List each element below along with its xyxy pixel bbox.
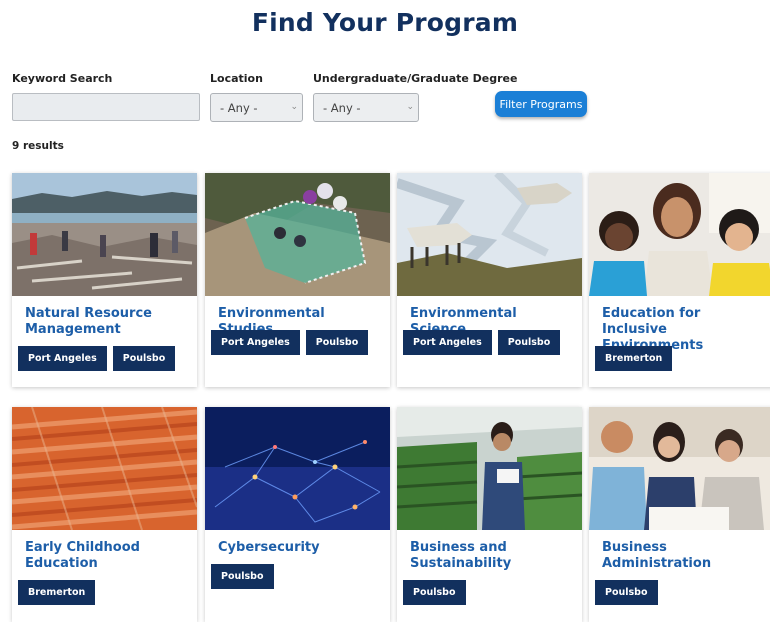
program-image-network — [205, 407, 390, 530]
results-count: 9 results — [12, 140, 64, 152]
location-tags: Port Angeles Poulsbo — [211, 330, 369, 355]
page-title: Find Your Program — [251, 8, 519, 37]
program-image-teacher-children — [589, 173, 770, 296]
program-title[interactable]: Natural Resource Management — [25, 306, 191, 338]
program-card-education-inclusive[interactable]: Education for Inclusive Environments Bre… — [589, 173, 770, 387]
program-image-mountain-goats — [397, 173, 582, 296]
location-tag-poulsbo[interactable]: Poulsbo — [112, 346, 176, 371]
location-label: Location — [210, 72, 263, 85]
location-tags: Poulsbo — [403, 580, 466, 605]
location-tag-bremerton[interactable]: Bremerton — [18, 580, 96, 605]
location-tags: Port Angeles Poulsbo — [403, 330, 561, 355]
program-card-environmental-science[interactable]: Environmental Science Port Angeles Pouls… — [397, 173, 582, 387]
program-card-business-sustainability[interactable]: Business and Sustainability Poulsbo — [397, 407, 582, 622]
degree-filter: Undergraduate/Graduate Degree - Any - ⌄ — [313, 72, 518, 122]
location-tag-poulsbo[interactable]: Poulsbo — [595, 580, 658, 605]
location-selected-value: - Any - — [220, 101, 258, 115]
location-tags: Poulsbo — [595, 580, 658, 605]
location-tag-poulsbo[interactable]: Poulsbo — [497, 330, 561, 355]
program-card-business-administration[interactable]: Business Administration Poulsbo — [589, 407, 770, 622]
location-filter: Location - Any - ⌄ — [210, 72, 303, 122]
location-tags: Poulsbo — [211, 564, 274, 589]
program-image-meeting — [589, 407, 770, 530]
keyword-search-input[interactable] — [12, 93, 200, 121]
location-tag-port-angeles[interactable]: Port Angeles — [403, 330, 492, 355]
chevron-down-icon: ⌄ — [290, 102, 298, 112]
program-image-beach — [12, 173, 197, 296]
location-tag-bremerton[interactable]: Bremerton — [595, 346, 673, 371]
program-card-cybersecurity[interactable]: Cybersecurity Poulsbo — [205, 407, 390, 622]
degree-select[interactable]: - Any - ⌄ — [313, 93, 419, 122]
program-card-early-childhood[interactable]: Early Childhood Education Bremerton — [12, 407, 197, 622]
program-image-field-survey — [205, 173, 390, 296]
location-tag-poulsbo[interactable]: Poulsbo — [305, 330, 369, 355]
program-card-natural-resource-management[interactable]: Natural Resource Management Port Angeles… — [12, 173, 197, 387]
keyword-filter: Keyword Search — [12, 72, 200, 121]
location-tags: Bremerton — [595, 346, 673, 371]
location-tag-poulsbo[interactable]: Poulsbo — [403, 580, 466, 605]
program-card-environmental-studies[interactable]: Environmental Studies Port Angeles Pouls… — [205, 173, 390, 387]
filter-programs-button[interactable]: Filter Programs — [495, 91, 587, 117]
chevron-down-icon: ⌄ — [406, 102, 414, 112]
location-tag-port-angeles[interactable]: Port Angeles — [18, 346, 107, 371]
program-title[interactable]: Early Childhood Education — [25, 540, 191, 572]
location-tag-poulsbo[interactable]: Poulsbo — [211, 564, 274, 589]
location-tags: Port Angeles Poulsbo — [18, 346, 176, 371]
keyword-label: Keyword Search — [12, 72, 113, 85]
program-image-orange-texture — [12, 407, 197, 530]
location-tag-port-angeles[interactable]: Port Angeles — [211, 330, 300, 355]
program-title[interactable]: Cybersecurity — [218, 540, 384, 556]
program-title[interactable]: Business Administration — [602, 540, 768, 572]
location-select[interactable]: - Any - ⌄ — [210, 93, 303, 122]
program-image-greenhouse — [397, 407, 582, 530]
degree-label: Undergraduate/Graduate Degree — [313, 72, 518, 85]
location-tags: Bremerton — [18, 580, 96, 605]
program-title[interactable]: Business and Sustainability — [410, 540, 576, 572]
degree-selected-value: - Any - — [323, 101, 361, 115]
